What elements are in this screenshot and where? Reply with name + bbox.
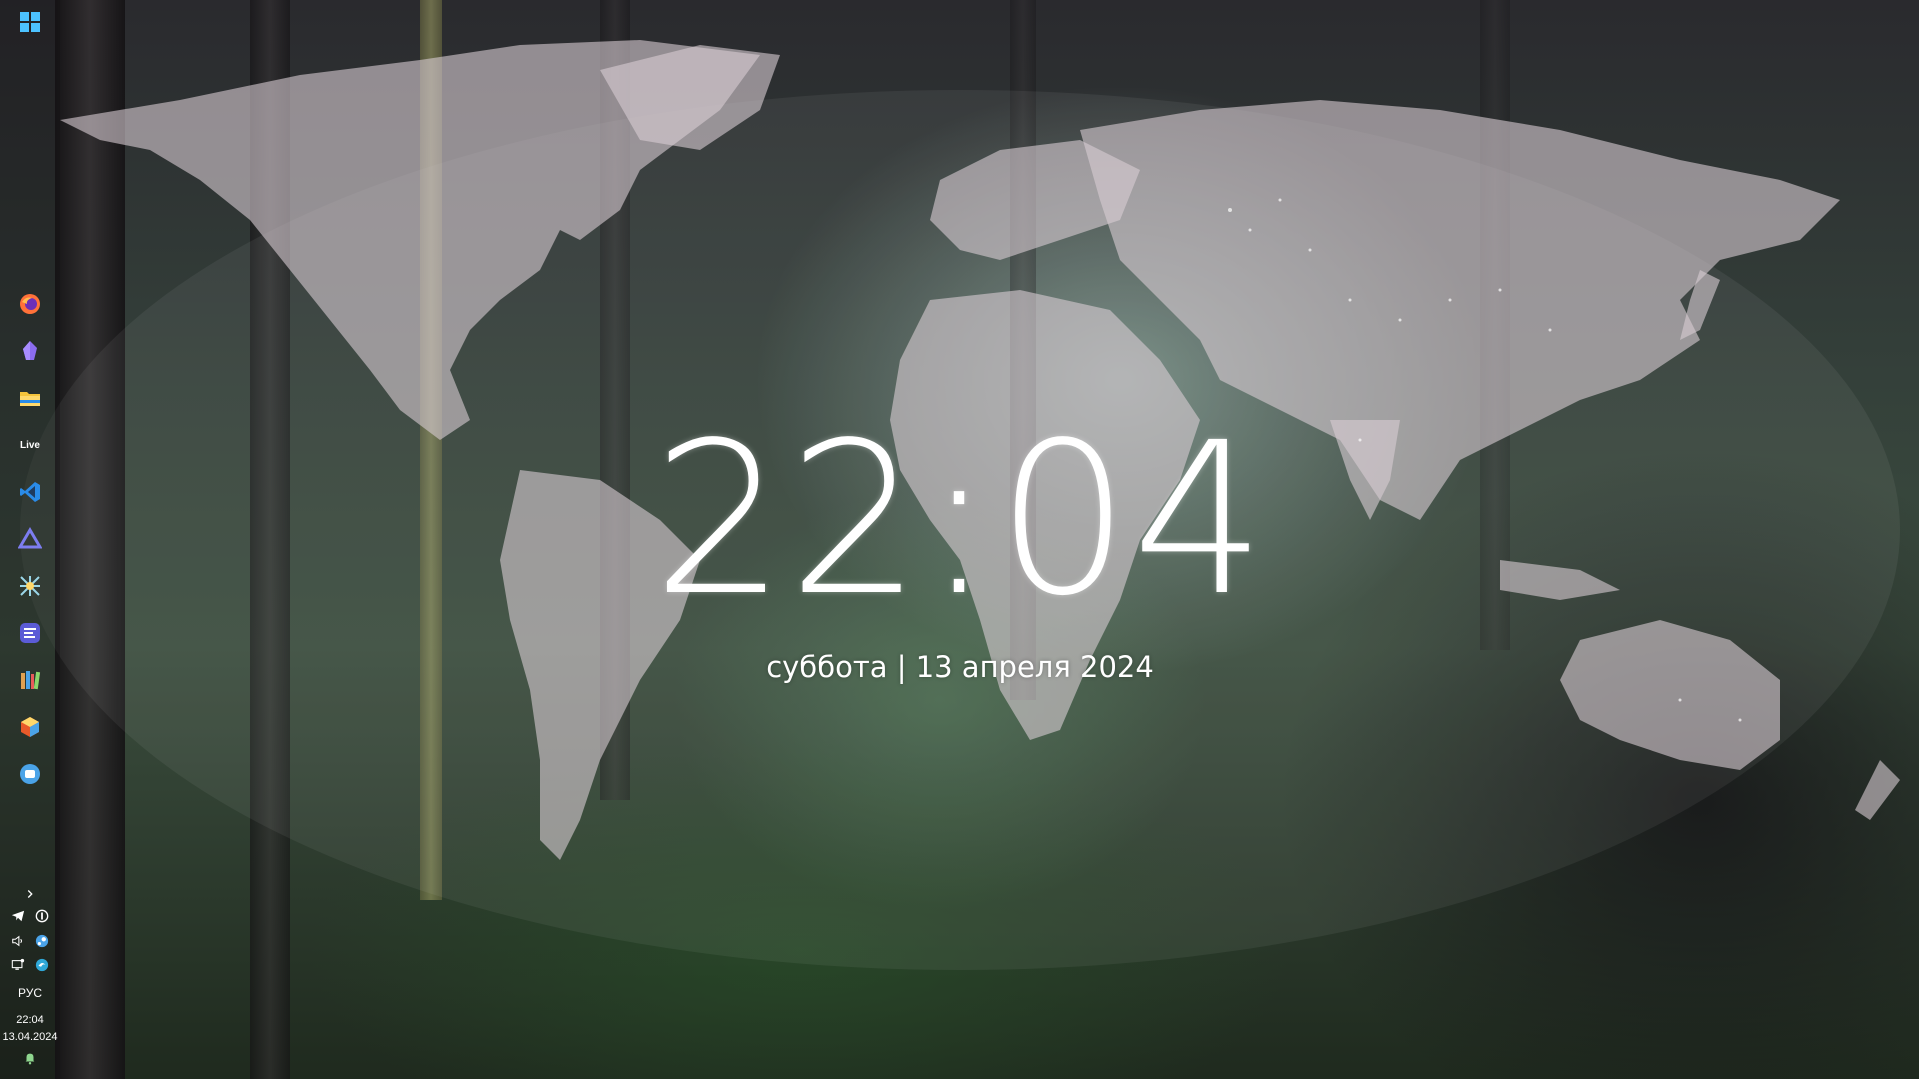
taskbar: Live РУС 22:04 13.04.2024 xyxy=(0,0,60,1079)
vscode-icon xyxy=(20,482,40,502)
network-app-icon xyxy=(20,576,40,596)
tray-telegram[interactable] xyxy=(10,908,26,924)
language-indicator[interactable]: РУС xyxy=(0,986,60,1000)
messenger-app-icon xyxy=(20,764,40,784)
tray-steam[interactable] xyxy=(34,933,50,949)
taskbar-clock-time[interactable]: 22:04 xyxy=(0,1014,60,1026)
taskbar-app-messenger[interactable] xyxy=(12,756,48,792)
live-app-icon: Live xyxy=(19,439,40,451)
firefox-icon xyxy=(20,294,40,314)
desktop-clock-widget: 22:04 суббота | 13 апреля 2024 xyxy=(560,410,1360,700)
volume-icon xyxy=(12,935,23,947)
menu-app-icon xyxy=(20,623,40,643)
tray-volume[interactable] xyxy=(10,933,26,949)
clock-time: 22:04 xyxy=(652,397,1268,642)
taskbar-app-obsidian[interactable] xyxy=(12,333,48,369)
notification-button[interactable] xyxy=(22,1050,38,1066)
windows-start-icon xyxy=(20,12,40,32)
file-explorer-icon xyxy=(20,392,40,406)
tray-circle-app[interactable] xyxy=(34,908,50,924)
taskbar-clock-date[interactable]: 13.04.2024 xyxy=(0,1031,60,1043)
taskbar-app-file-explorer[interactable] xyxy=(12,380,48,416)
taskbar-app-books[interactable] xyxy=(12,662,48,698)
tray-expand-button[interactable] xyxy=(22,886,38,902)
bell-icon xyxy=(25,1053,35,1065)
circle-app-icon xyxy=(35,909,49,923)
triangle-app-icon xyxy=(18,527,42,549)
taskbar-app-cube[interactable] xyxy=(12,709,48,745)
taskbar-app-vscode[interactable] xyxy=(12,474,48,510)
telegram-icon xyxy=(11,910,25,922)
display-icon xyxy=(11,958,25,970)
tray-edge[interactable] xyxy=(34,957,50,973)
taskbar-app-firefox[interactable] xyxy=(12,286,48,322)
chevron-right-icon xyxy=(27,890,33,898)
clock-date: суббота | 13 апреля 2024 xyxy=(766,650,1154,684)
taskbar-app-network[interactable] xyxy=(12,568,48,604)
edge-icon xyxy=(35,958,49,972)
steam-icon xyxy=(35,934,49,948)
taskbar-app-live[interactable]: Live xyxy=(12,427,48,463)
obsidian-icon xyxy=(23,341,37,360)
taskbar-app-menu[interactable] xyxy=(12,615,48,651)
tray-display[interactable] xyxy=(10,957,26,973)
start-button[interactable] xyxy=(12,4,48,40)
books-icon xyxy=(21,671,41,690)
taskbar-app-triangle[interactable] xyxy=(12,521,48,557)
cube-app-icon xyxy=(21,717,39,737)
